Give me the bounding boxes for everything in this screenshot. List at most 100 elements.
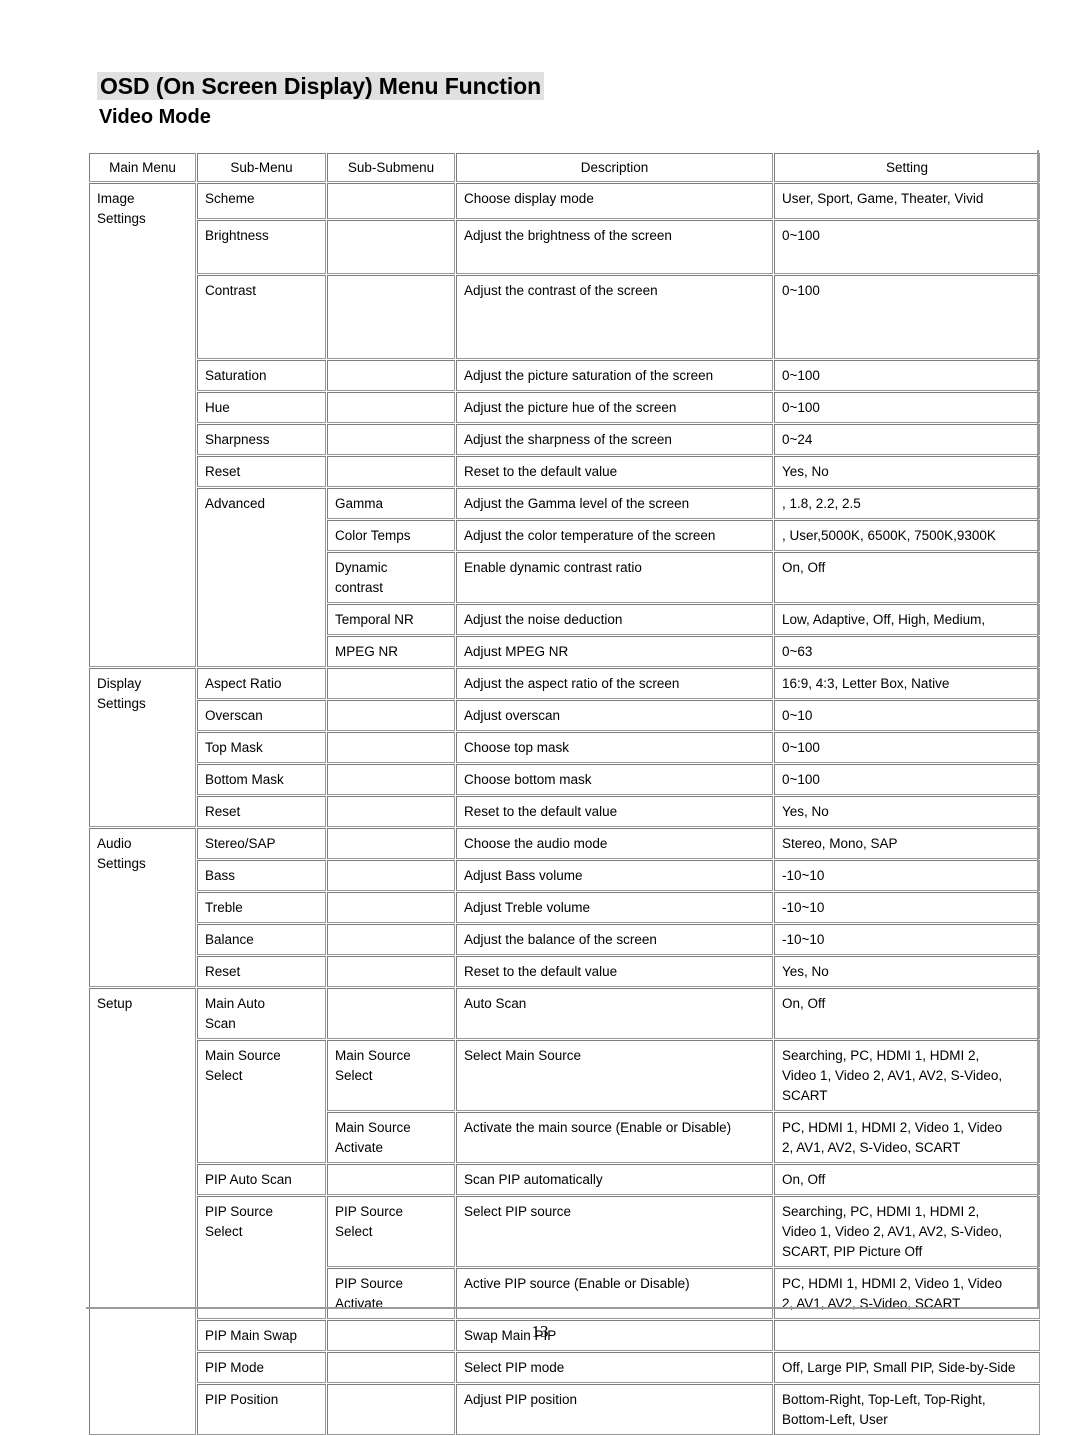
cell-sub-submenu bbox=[327, 183, 455, 219]
table-row: PIP Source Select PIP Source Select Select P… bbox=[89, 1196, 1040, 1319]
column-header-setting: Setting bbox=[774, 153, 1040, 182]
cell-sub-menu: Stereo/SAP bbox=[197, 828, 326, 859]
cell-description: Adjust the contrast of the screen bbox=[456, 275, 773, 359]
cell-setting: 0~10 bbox=[774, 700, 1040, 731]
cell-sub-menu: Scheme bbox=[197, 183, 326, 219]
cell-sub-submenu: Dynamic contrast bbox=[327, 552, 455, 603]
cell-description: Select PIP mode bbox=[456, 1352, 773, 1383]
cell-sub-menu: Reset bbox=[197, 796, 326, 827]
cell-setting: 0~100 bbox=[774, 275, 1040, 359]
cell-setting: , User,5000K, 6500K, 7500K,9300K bbox=[774, 520, 1040, 551]
column-header-description: Description bbox=[456, 153, 773, 182]
table-row: Hue Adjust the picture hue of the screen 0… bbox=[89, 392, 1040, 423]
cell-description: Activate the main source (Enable or Disa… bbox=[456, 1112, 773, 1163]
cell-description: Choose the audio mode bbox=[456, 828, 773, 859]
table-row: Reset Reset to the default value Yes, No bbox=[89, 796, 1040, 827]
cell-sub-menu: Aspect Ratio bbox=[197, 668, 326, 699]
cell-setting: User, Sport, Game, Theater, Vivid bbox=[774, 183, 1040, 219]
table-row: Brightness Adjust the brightness of the s… bbox=[89, 220, 1040, 274]
table-row: Reset Reset to the default value Yes, No bbox=[89, 956, 1040, 987]
cell-setting: 0~100 bbox=[774, 764, 1040, 795]
table-row: PIP Auto Scan Scan PIP automatically On, O… bbox=[89, 1164, 1040, 1195]
cell-description: Auto Scan bbox=[456, 988, 773, 1039]
cell-sub-submenu bbox=[327, 860, 455, 891]
cell-description: Adjust the picture saturation of the scr… bbox=[456, 360, 773, 391]
cell-setting: 0~100 bbox=[774, 732, 1040, 763]
cell-sub-submenu bbox=[327, 1164, 455, 1195]
cell-sub-menu: Sharpness bbox=[197, 424, 326, 455]
cell-sub-submenu bbox=[327, 956, 455, 987]
cell-sub-menu: Saturation bbox=[197, 360, 326, 391]
table-row: Display Settings Aspect Ratio Adjust the as… bbox=[89, 668, 1040, 827]
cell-description: Select Main Source bbox=[456, 1040, 773, 1111]
table-row: Main Source Select Main Source Select Select… bbox=[89, 1040, 1040, 1163]
cell-sub-submenu bbox=[327, 220, 455, 274]
cell-setting: On, Off bbox=[774, 1164, 1040, 1195]
cell-sub-menu: Reset bbox=[197, 956, 326, 987]
column-header-main-menu: Main Menu bbox=[89, 153, 196, 182]
cell-sub-submenu bbox=[327, 668, 455, 699]
cell-sub-submenu bbox=[327, 924, 455, 955]
cell-sub-menu: Overscan bbox=[197, 700, 326, 731]
document-page: OSD (On Screen Display) Menu Function Vi… bbox=[0, 0, 1080, 1435]
table-header-row: Main Menu Sub-Menu Sub-Submenu Descripti… bbox=[89, 153, 1040, 182]
cell-sub-submenu: Main Source Activate bbox=[327, 1112, 455, 1163]
cell-setting: 0~100 bbox=[774, 220, 1040, 274]
cell-description: Reset to the default value bbox=[456, 456, 773, 487]
cell-setting: Yes, No bbox=[774, 796, 1040, 827]
table-row: Overscan Adjust overscan 0~10 bbox=[89, 700, 1040, 731]
cell-setting: Yes, No bbox=[774, 956, 1040, 987]
table-row: Saturation Adjust the picture saturation … bbox=[89, 360, 1040, 391]
table-header: Main Menu Sub-Menu Sub-Submenu Descripti… bbox=[89, 153, 1040, 182]
cell-description: Adjust Treble volume bbox=[456, 892, 773, 923]
table-row: Reset Reset to the default value Yes, No bbox=[89, 456, 1040, 487]
column-header-sub-menu: Sub-Menu bbox=[197, 153, 326, 182]
cell-description: Choose display mode bbox=[456, 183, 773, 219]
cell-description: Adjust the Gamma level of the screen bbox=[456, 488, 773, 519]
cell-setting: Stereo, Mono, SAP bbox=[774, 828, 1040, 859]
cell-setting: -10~10 bbox=[774, 924, 1040, 955]
cell-sub-menu: Top Mask bbox=[197, 732, 326, 763]
table-row: Advanced Gamma Adjust the Gamma level of t… bbox=[89, 488, 1040, 667]
cell-sub-menu: Main Auto Scan bbox=[197, 988, 326, 1039]
cell-main-menu: Display Settings bbox=[89, 668, 196, 827]
cell-setting: On, Off bbox=[774, 988, 1040, 1039]
cell-description: Adjust overscan bbox=[456, 700, 773, 731]
cell-description: Adjust the aspect ratio of the screen bbox=[456, 668, 773, 699]
cell-description: Choose bottom mask bbox=[456, 764, 773, 795]
cell-main-menu: Image Settings bbox=[89, 183, 196, 667]
cell-setting: 0~24 bbox=[774, 424, 1040, 455]
cell-setting: , 1.8, 2.2, 2.5 bbox=[774, 488, 1040, 519]
cell-description: Scan PIP automatically bbox=[456, 1164, 773, 1195]
cell-sub-submenu bbox=[327, 892, 455, 923]
page-title: OSD (On Screen Display) Menu Function bbox=[97, 72, 545, 100]
table-row: PIP Position Adjust PIP position Bottom-Ri… bbox=[89, 1384, 1040, 1435]
table-row: Bass Adjust Bass volume -10~10 bbox=[89, 860, 1040, 891]
cell-description: Reset to the default value bbox=[456, 956, 773, 987]
cell-sub-menu: PIP Position bbox=[197, 1384, 326, 1435]
table-row: Image Settings Scheme Choose display mode Us… bbox=[89, 183, 1040, 667]
table-row: Bottom Mask Choose bottom mask 0~100 bbox=[89, 764, 1040, 795]
cell-sub-menu: Bottom Mask bbox=[197, 764, 326, 795]
table-row: Sharpness Adjust the sharpness of the scr… bbox=[89, 424, 1040, 455]
cell-setting: Bottom-Right, Top-Left, Top-Right, Bottom… bbox=[774, 1384, 1040, 1435]
cell-description: Adjust Bass volume bbox=[456, 860, 773, 891]
cell-description: Adjust the brightness of the screen bbox=[456, 220, 773, 274]
cell-sub-menu: Balance bbox=[197, 924, 326, 955]
cell-setting: Searching, PC, HDMI 1, HDMI 2, Video 1, V… bbox=[774, 1196, 1040, 1267]
cell-sub-submenu: Temporal NR bbox=[327, 604, 455, 635]
table-row: Balance Adjust the balance of the screen -… bbox=[89, 924, 1040, 955]
cell-sub-submenu bbox=[327, 1352, 455, 1383]
cell-sub-menu: PIP Auto Scan bbox=[197, 1164, 326, 1195]
table-body: Image Settings Scheme Choose display mode Us… bbox=[89, 183, 1040, 1435]
cell-sub-submenu bbox=[327, 764, 455, 795]
cell-sub-menu: Reset bbox=[197, 456, 326, 487]
cell-main-menu: Audio Settings bbox=[89, 828, 196, 987]
cell-sub-submenu: Gamma bbox=[327, 488, 455, 519]
page-number: 13 bbox=[531, 1322, 549, 1341]
osd-menu-table: Main Menu Sub-Menu Sub-Submenu Descripti… bbox=[88, 152, 1041, 1436]
cell-sub-submenu: PIP Source Activate bbox=[327, 1268, 455, 1319]
cell-sub-submenu bbox=[327, 732, 455, 763]
cell-setting: PC, HDMI 1, HDMI 2, Video 1, Video 2, AV1… bbox=[774, 1112, 1040, 1163]
page-title-container: OSD (On Screen Display) Menu Function bbox=[97, 72, 545, 100]
